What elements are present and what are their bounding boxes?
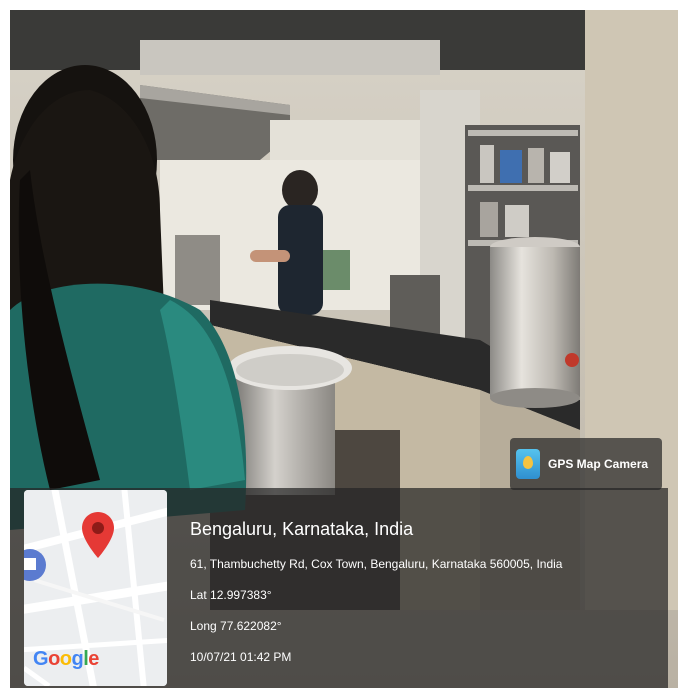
map-pin-icon <box>82 512 114 558</box>
street-address: 61, Thambuchetty Rd, Cox Town, Bengaluru… <box>190 557 563 571</box>
place-title: Bengaluru, Karnataka, India <box>190 519 414 539</box>
capture-datetime: 10/07/21 01:42 PM <box>190 650 292 664</box>
longitude-value: Long 77.622082° <box>190 619 282 633</box>
gps-map-camera-badge: GPS Map Camera <box>510 438 662 490</box>
location-info: Bengaluru, Karnataka, India 61, Thambuch… <box>190 518 562 665</box>
map-thumbnail: Google <box>24 490 167 686</box>
latitude-value: Lat 12.997383° <box>190 588 272 602</box>
geotagged-photo: GPS Map Camera Google Bengaluru, Karnata… <box>10 10 678 688</box>
google-logo: Google <box>33 648 99 670</box>
gps-map-camera-app-icon <box>516 449 540 479</box>
app-badge-label: GPS Map Camera <box>548 457 649 471</box>
location-overlay: Google Bengaluru, Karnataka, India 61, T… <box>10 488 668 688</box>
